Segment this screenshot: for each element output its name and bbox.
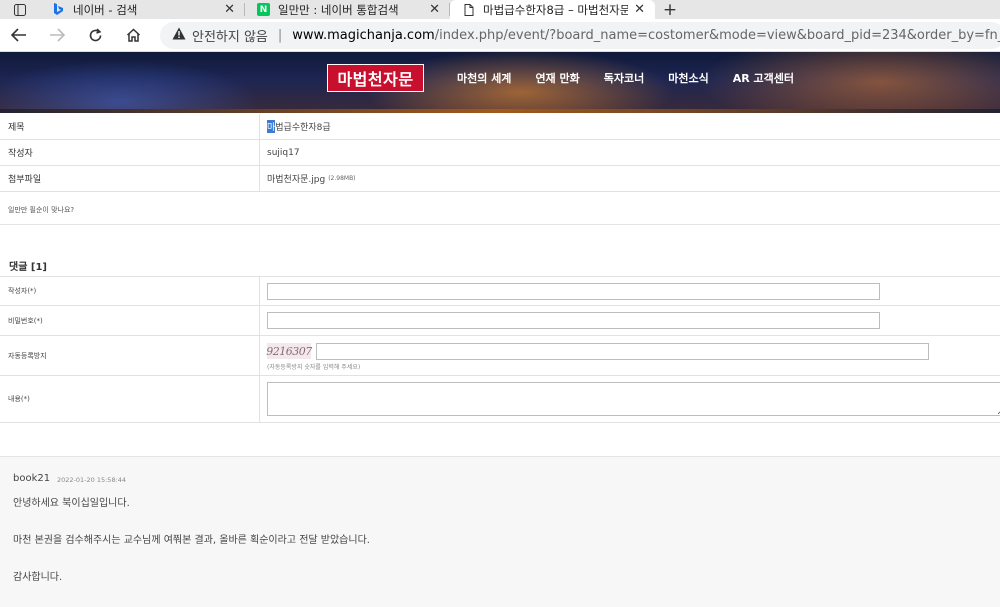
captcha-label: 자동등록방지 — [0, 336, 260, 375]
security-label[interactable]: 안전하지 않음 — [192, 26, 268, 45]
captcha-image: 9216307 — [266, 343, 312, 359]
comment-text-line: 감사합니다. — [13, 572, 63, 583]
tab-actions-icon[interactable] — [0, 0, 40, 19]
post-author: sujiq17 — [267, 147, 300, 158]
comment-writer-row: 작성자(*) — [0, 276, 1000, 306]
subject-label: 제목 — [0, 114, 260, 139]
close-tab-icon[interactable]: ✕ — [224, 3, 235, 16]
post-author-row: 작성자 sujiq17 — [0, 140, 1000, 166]
comment-writer-input[interactable] — [267, 283, 880, 300]
new-tab-button[interactable]: + — [655, 0, 685, 19]
page-icon — [462, 3, 475, 16]
writer-label: 작성자(*) — [0, 277, 260, 305]
content-label: 내용(*) — [0, 376, 260, 422]
browser-toolbar: 안전하지 않음 | www.magichanja.com/index.php/e… — [0, 19, 1000, 52]
comment-captcha-row: 자동등록방지 9216307 (자동등록방지 숫자를 입력해 주세요) — [0, 336, 1000, 376]
password-label: 비밀번호(*) — [0, 306, 260, 335]
address-bar[interactable]: 안전하지 않음 | www.magichanja.com/index.php/e… — [160, 22, 1000, 49]
main-nav: 마천의 세계 연재 만화 독자코너 마천소식 AR 고객센터 — [457, 70, 818, 86]
browser-tab-magichanja[interactable]: 마법급수한자8급 – 마법천자문 ✕ — [450, 0, 655, 19]
comment-section-title: 댓글 [1] — [9, 262, 47, 273]
tab-title: 네이버 - 검색 — [73, 2, 138, 17]
tab-title: 일만만 : 네이버 통합검색 — [278, 2, 399, 17]
post-content: 일만만 필순이 맞나요? — [8, 206, 75, 214]
comment-password-input[interactable] — [267, 312, 880, 329]
bing-icon — [52, 3, 65, 16]
post-subject-row: 제목 마 법급수한자8급 — [0, 114, 1000, 140]
tab-title: 마법급수한자8급 – 마법천자문 — [483, 2, 629, 17]
forward-icon[interactable] — [38, 19, 76, 52]
url-path: /index.php/event/?board_name=costomer&mo… — [434, 28, 1000, 43]
address-separator: | — [277, 28, 283, 43]
post-attachment-row: 첨부파일 마법천자문.jpg (2.98MB) — [0, 166, 1000, 192]
attachment-link[interactable]: 마법천자문.jpg — [267, 172, 325, 185]
site-logo[interactable]: 마법천자문 — [327, 64, 424, 92]
home-icon[interactable] — [114, 19, 152, 52]
nav-item-world[interactable]: 마천의 세계 — [457, 70, 511, 86]
comment-password-row: 비밀번호(*) — [0, 306, 1000, 336]
browser-tab-bing-search[interactable]: 네이버 - 검색 ✕ — [40, 0, 245, 19]
nav-item-news[interactable]: 마천소식 — [668, 70, 708, 86]
nav-item-readers[interactable]: 독자코너 — [604, 70, 644, 86]
selected-text: 마 — [267, 120, 276, 133]
comment-text-line: 마천 본권을 검수해주시는 교수님께 여쭤본 결과, 올바른 획순이라고 전달 … — [13, 535, 370, 546]
warning-icon[interactable] — [172, 27, 186, 44]
post-subject: 마 법급수한자8급 — [260, 120, 331, 133]
browser-tab-strip: 네이버 - 검색 ✕ N 일만만 : 네이버 통합검색 ✕ 마법급수한자8급 –… — [0, 0, 1000, 19]
nav-item-ar-support[interactable]: AR 고객센터 — [733, 70, 794, 86]
captcha-hint: (자동등록방지 숫자를 입력해 주세요) — [267, 364, 361, 371]
post-attachment: 마법천자문.jpg (2.98MB) — [260, 172, 356, 185]
attachment-label: 첨부파일 — [0, 166, 260, 191]
comment-content-textarea[interactable] — [267, 382, 1000, 416]
site-header: 마법천자문 마천의 세계 연재 만화 독자코너 마천소식 AR 고객센터 — [0, 52, 1000, 113]
captcha-input[interactable] — [316, 343, 929, 360]
comment-author: book21 — [13, 473, 51, 484]
comment-date: 2022-01-20 15:58:44 — [57, 476, 127, 484]
comment-content-row: 내용(*) — [0, 376, 1000, 423]
back-icon[interactable] — [0, 19, 38, 52]
naver-icon: N — [257, 3, 270, 16]
url-host: www.magichanja.com — [292, 28, 435, 43]
comment-list: book21 2022-01-20 15:58:44 안녕하세요 북이십일입니다… — [0, 456, 1000, 607]
reload-icon[interactable] — [76, 19, 114, 52]
close-tab-icon[interactable]: ✕ — [634, 3, 645, 16]
nav-item-comics[interactable]: 연재 만화 — [535, 70, 579, 86]
close-tab-icon[interactable]: ✕ — [429, 3, 440, 16]
browser-tab-naver-search[interactable]: N 일만만 : 네이버 통합검색 ✕ — [245, 0, 450, 19]
attachment-size: (2.98MB) — [328, 175, 356, 182]
author-label: 작성자 — [0, 140, 260, 165]
subject-text: 법급수한자8급 — [275, 123, 331, 133]
content-divider — [0, 224, 1000, 225]
comment-text-line: 안녕하세요 북이십일입니다. — [13, 498, 130, 509]
